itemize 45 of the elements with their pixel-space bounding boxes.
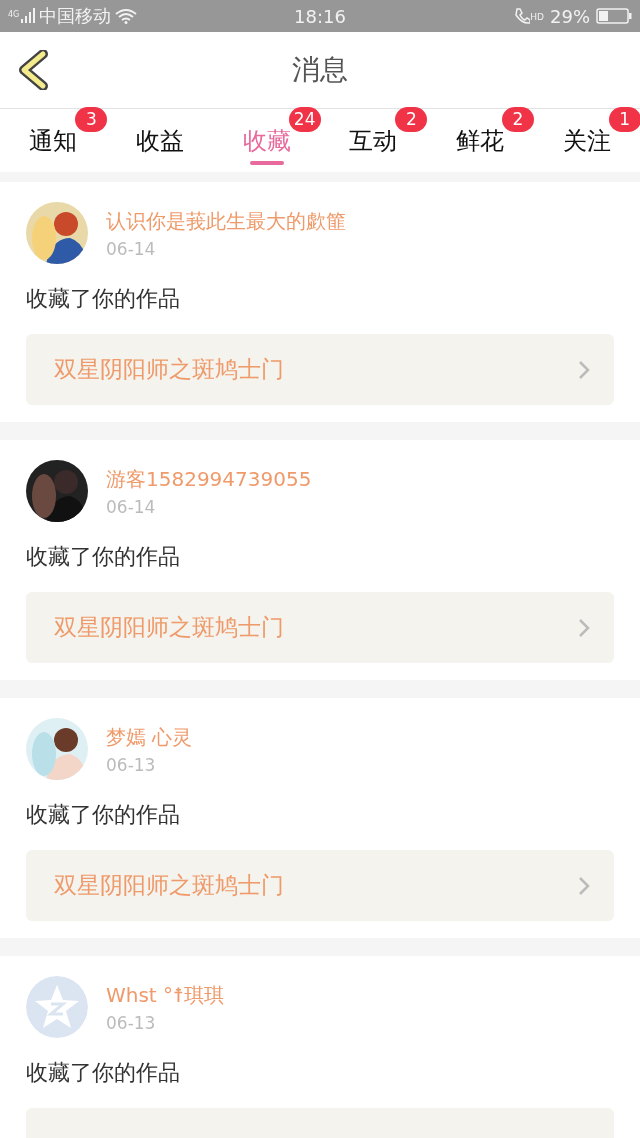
page-title: 消息 <box>291 52 349 88</box>
avatar-icon <box>26 976 88 1038</box>
count-badge: 3 <box>75 107 108 132</box>
clock-time: 18:16 <box>293 5 347 27</box>
tab[interactable]: 收益 <box>136 117 184 164</box>
user-name[interactable]: 梦嫣 心灵 <box>106 723 193 751</box>
count-badge: 2 <box>502 107 534 132</box>
hd-label: HD <box>530 11 544 22</box>
message-date: 06-14 <box>106 238 157 259</box>
count-badge: 1 <box>608 107 640 132</box>
user-name[interactable]: Whst °☨琪琪 <box>106 981 224 1009</box>
message-text: 收藏了你的作品 <box>26 285 181 313</box>
tab[interactable]: 互动 <box>349 117 398 164</box>
tab[interactable]: 关注 <box>562 117 611 164</box>
message-date: 06-13 <box>106 1012 157 1033</box>
tab[interactable]: 通知 <box>29 117 78 164</box>
user-name[interactable]: 游客1582994739055 <box>106 465 312 493</box>
message-date: 06-13 <box>106 754 157 775</box>
wifi-icon <box>115 8 138 24</box>
network-label: 4G <box>8 10 20 19</box>
phone-icon <box>514 7 531 25</box>
message-text: 收藏了你的作品 <box>26 543 181 571</box>
tab-underline <box>249 160 284 165</box>
tab[interactable]: 鲜花 <box>456 117 504 164</box>
work-title: 双星阴阳师之斑鸠士门 <box>54 613 284 642</box>
work-title: 双星阴阳师之斑鸠士门 <box>54 871 284 900</box>
message-text: 收藏了你的作品 <box>26 801 181 829</box>
work-link[interactable]: 双星阴阳师之斑鸠士门 <box>26 334 614 405</box>
work-link[interactable]: 双星阴阳师之斑鸠士门 <box>26 850 614 921</box>
message-text: 收藏了你的作品 <box>26 1059 181 1087</box>
chevron-right-icon <box>578 359 590 380</box>
count-badge: 24 <box>288 107 321 132</box>
back-icon[interactable] <box>16 50 50 90</box>
battery-icon <box>596 7 632 25</box>
chevron-right-icon <box>578 875 590 896</box>
user-name[interactable]: 认识你是莪此生最大的歔篚 <box>106 207 346 235</box>
message-date: 06-14 <box>106 496 157 517</box>
tab[interactable]: 收藏 <box>242 117 291 164</box>
work-title: 双星阴阳师之斑鸠士门 <box>54 355 284 384</box>
work-link[interactable]: 双星阴阳师之斑鸠士门 <box>26 592 614 663</box>
battery-percent: 29% <box>550 5 590 27</box>
chevron-right-icon <box>578 617 590 638</box>
count-badge: 2 <box>395 107 428 132</box>
carrier-name: 中国移动 <box>39 4 112 28</box>
signal-icon <box>21 8 36 24</box>
